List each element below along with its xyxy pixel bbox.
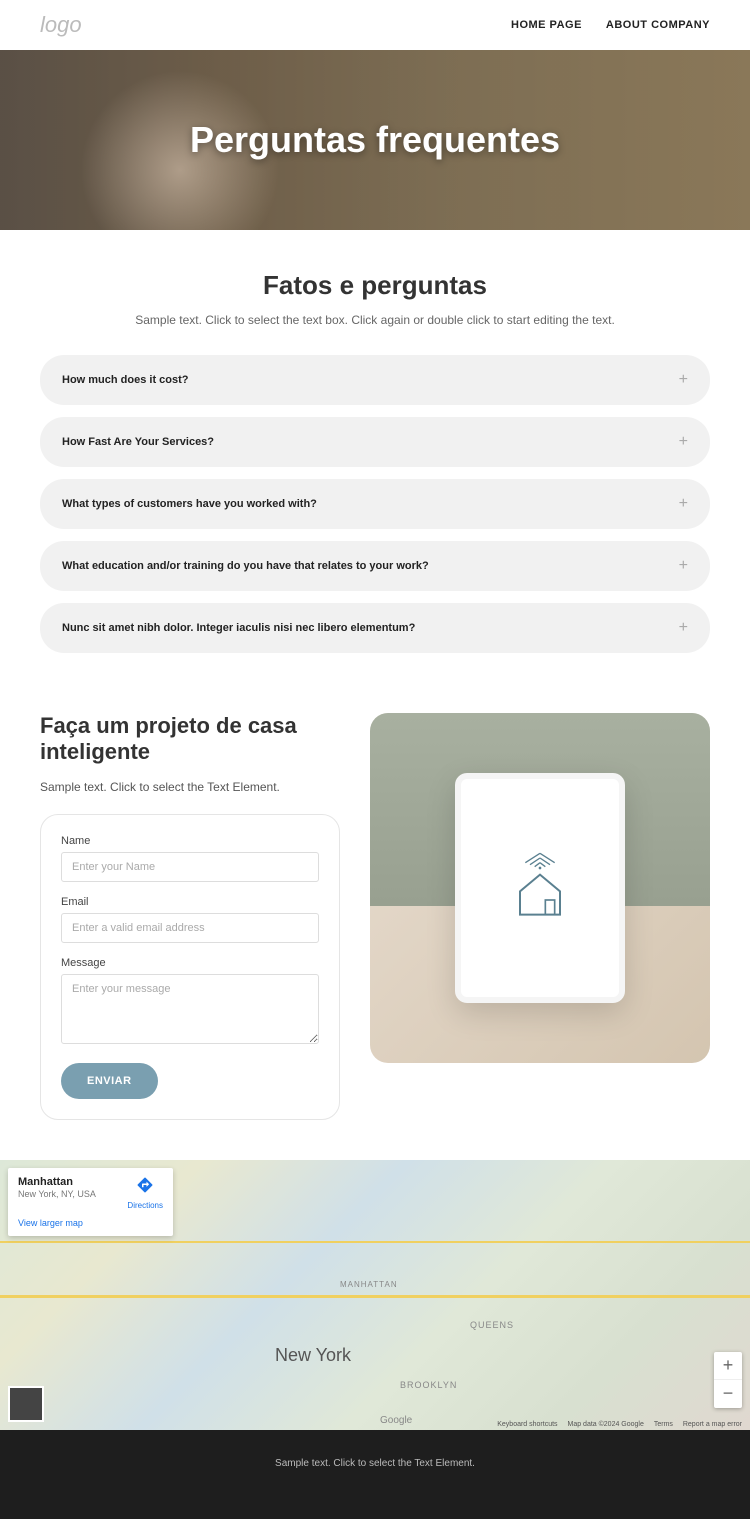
map-area-queens: QUEENS <box>470 1320 514 1330</box>
map-info-card: Manhattan New York, NY, USA Directions V… <box>8 1168 173 1236</box>
contact-left: Faça um projeto de casa inteligente Samp… <box>40 713 340 1120</box>
submit-button[interactable]: ENVIAR <box>61 1063 158 1099</box>
zoom-in-button[interactable]: + <box>714 1352 742 1380</box>
message-input[interactable] <box>61 974 319 1044</box>
accordion-item[interactable]: How much does it cost? + <box>40 355 710 405</box>
map-city-label: New York <box>275 1345 351 1366</box>
contact-subtext: Sample text. Click to select the Text El… <box>40 780 340 794</box>
accordion-question: How much does it cost? <box>62 374 189 386</box>
nav-about[interactable]: ABOUT COMPANY <box>606 19 710 31</box>
name-label: Name <box>61 835 319 847</box>
directions-label: Directions <box>127 1201 163 1210</box>
footer-text: Sample text. Click to select the Text El… <box>40 1458 710 1469</box>
smart-home-icon <box>500 848 580 928</box>
accordion-question: What types of customers have you worked … <box>62 498 317 510</box>
form-field-message: Message <box>61 957 319 1049</box>
directions-icon <box>136 1176 154 1194</box>
map-shortcuts[interactable]: Keyboard shortcuts <box>497 1421 557 1428</box>
view-larger-map-link[interactable]: View larger map <box>18 1218 163 1228</box>
zoom-out-button[interactable]: − <box>714 1380 742 1408</box>
plus-icon: + <box>679 495 688 513</box>
nav: HOME PAGE ABOUT COMPANY <box>511 19 710 31</box>
contact-section: Faça um projeto de casa inteligente Samp… <box>0 703 750 1160</box>
contact-heading: Faça um projeto de casa inteligente <box>40 713 340 766</box>
tablet-mockup <box>455 773 625 1003</box>
footer: Sample text. Click to select the Text El… <box>0 1430 750 1519</box>
plus-icon: + <box>679 619 688 637</box>
accordion-item[interactable]: How Fast Are Your Services? + <box>40 417 710 467</box>
map-footer: Keyboard shortcuts Map data ©2024 Google… <box>489 1421 742 1428</box>
accordion-item[interactable]: What types of customers have you worked … <box>40 479 710 529</box>
form-field-name: Name <box>61 835 319 882</box>
name-input[interactable] <box>61 852 319 882</box>
logo[interactable]: logo <box>40 12 82 38</box>
map-report[interactable]: Report a map error <box>683 1421 742 1428</box>
device-image <box>370 713 710 1063</box>
faq-subtitle: Sample text. Click to select the text bo… <box>40 313 710 327</box>
map-terms[interactable]: Terms <box>654 1421 673 1428</box>
email-label: Email <box>61 896 319 908</box>
nav-home[interactable]: HOME PAGE <box>511 19 582 31</box>
map[interactable]: New York BROOKLYN MANHATTAN QUEENS Manha… <box>0 1160 750 1430</box>
accordion-question: Nunc sit amet nibh dolor. Integer iaculi… <box>62 622 415 634</box>
header: logo HOME PAGE ABOUT COMPANY <box>0 0 750 50</box>
map-area-manhattan: MANHATTAN <box>340 1280 398 1289</box>
faq-heading: Fatos e perguntas <box>40 270 710 301</box>
map-data: Map data ©2024 Google <box>568 1421 644 1428</box>
hero: Perguntas frequentes <box>0 50 750 230</box>
plus-icon: + <box>679 433 688 451</box>
accordion-item[interactable]: What education and/or training do you ha… <box>40 541 710 591</box>
message-label: Message <box>61 957 319 969</box>
accordion-question: What education and/or training do you ha… <box>62 560 429 572</box>
google-logo: Google <box>380 1415 412 1426</box>
map-thumb[interactable] <box>8 1386 44 1422</box>
form-field-email: Email <box>61 896 319 943</box>
zoom-controls: + − <box>714 1352 742 1408</box>
map-area-brooklyn: BROOKLYN <box>400 1380 457 1390</box>
contact-right <box>370 713 710 1120</box>
map-card-title: Manhattan <box>18 1176 96 1188</box>
plus-icon: + <box>679 557 688 575</box>
directions-button[interactable]: Directions <box>127 1176 163 1210</box>
hero-title: Perguntas frequentes <box>190 119 560 161</box>
form-box: Name Email Message ENVIAR <box>40 814 340 1120</box>
email-input[interactable] <box>61 913 319 943</box>
map-card-sub: New York, NY, USA <box>18 1189 96 1199</box>
accordion: How much does it cost? + How Fast Are Yo… <box>40 355 710 653</box>
accordion-item[interactable]: Nunc sit amet nibh dolor. Integer iaculi… <box>40 603 710 653</box>
accordion-question: How Fast Are Your Services? <box>62 436 214 448</box>
faq-section: Fatos e perguntas Sample text. Click to … <box>0 230 750 703</box>
plus-icon: + <box>679 371 688 389</box>
